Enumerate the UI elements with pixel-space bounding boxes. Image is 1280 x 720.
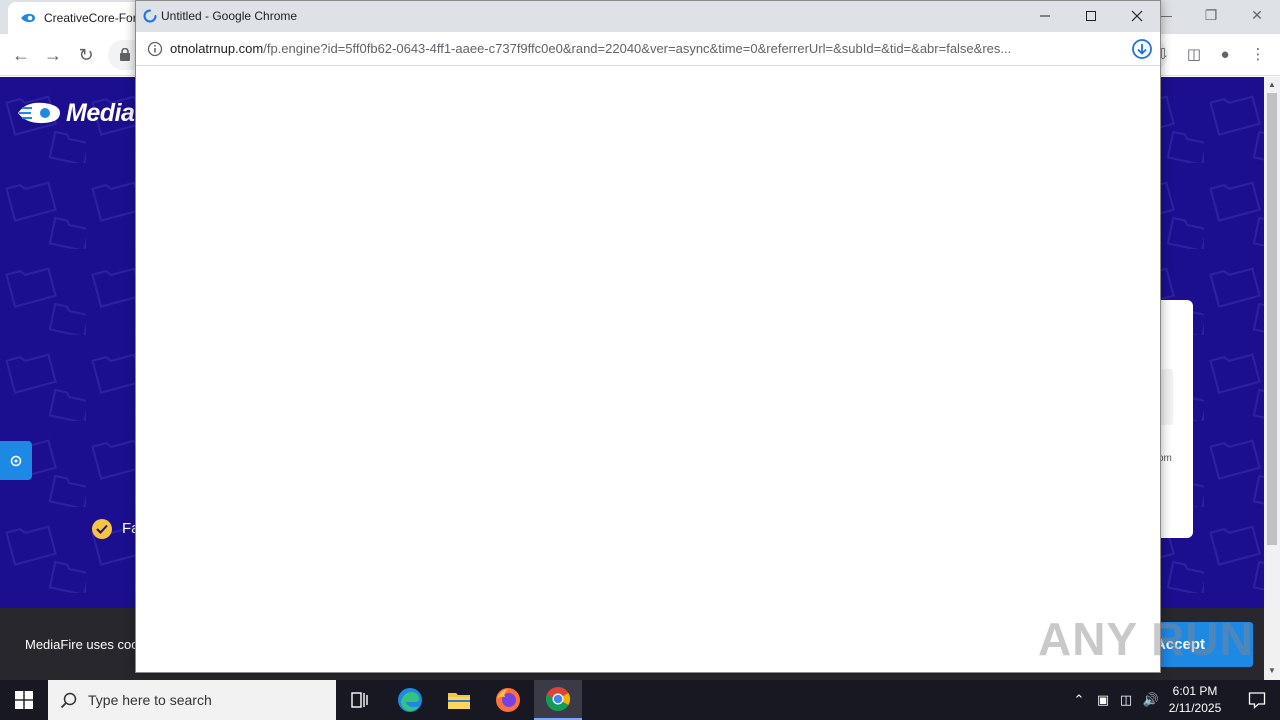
mediafire-favicon-icon [21,13,35,23]
chrome-taskbar-button[interactable] [534,680,582,720]
watermark-text: ANY RUN [1038,613,1254,665]
desktop: CreativeCore-For — ❐ ✕ ← → ↻ ⇩ ◫ ● ⋮ Med… [0,0,1280,720]
mediafire-logo-text: Media [66,98,135,127]
close-icon [1131,10,1143,22]
network-icon[interactable]: ◫ [1117,691,1135,709]
folder-icon [448,693,470,709]
close-icon[interactable]: ✕ [1234,0,1280,30]
lock-icon [120,48,130,61]
download-icon[interactable] [1131,38,1153,60]
url-host: otnolatrnup.com [170,41,264,56]
url-path: /fp.engine?id=5ff0fb62-0643-4ff1-aaee-c7… [263,41,1012,56]
popup-blank-content [136,66,1160,672]
edge-taskbar-button[interactable] [386,680,434,720]
background-window-controls: — ❐ ✕ [1142,0,1280,30]
firefox-taskbar-button[interactable] [484,680,532,720]
checkmark-icon [92,519,112,539]
restore-icon[interactable]: ❐ [1188,0,1234,30]
menu-kebab-icon[interactable]: ⋮ [1247,44,1269,66]
notification-icon [1248,692,1266,709]
taskbar-clock[interactable]: 6:01 PM 2/11/2025 [1163,683,1227,717]
clock-time: 6:01 PM [1172,684,1218,698]
scroll-down-arrow-icon[interactable]: ▼ [1267,666,1277,676]
minimize-icon [1040,15,1050,17]
volume-icon[interactable]: 🔊 [1142,691,1160,709]
profile-icon[interactable]: ● [1214,44,1236,66]
search-icon [60,692,77,709]
file-explorer-taskbar-button[interactable] [435,680,483,720]
forward-arrow-icon[interactable]: → [42,44,64,66]
maximize-icon [1086,11,1096,21]
page-scrollbar[interactable]: ▲ ▼ [1264,77,1280,680]
side-panel-icon[interactable]: ◫ [1183,44,1205,66]
start-button[interactable] [0,680,48,720]
popup-window-title: Untitled - Google Chrome [161,9,298,23]
chrome-icon [545,687,571,712]
task-view-button[interactable] [336,680,384,720]
back-arrow-icon[interactable]: ← [10,44,32,66]
gear-icon [10,455,22,466]
scroll-thumb[interactable] [1267,93,1277,545]
mediafire-flame-icon [18,102,60,124]
info-icon[interactable] [147,41,163,57]
popup-address-bar[interactable]: otnolatrnup.com/fp.engine?id=5ff0fb62-06… [136,32,1160,66]
popup-close-button[interactable] [1114,1,1160,31]
edge-icon [398,688,422,712]
notification-button[interactable] [1234,680,1280,720]
background-tab-title: CreativeCore-For [44,11,137,25]
taskbar-search-box[interactable]: Type here to search [48,680,336,720]
reload-icon[interactable]: ↻ [75,44,97,66]
device-icon[interactable]: ▣ [1094,691,1112,709]
loading-spinner-icon [143,9,157,23]
firefox-icon [496,688,520,712]
chevron-up-icon[interactable]: ⌃ [1070,691,1088,709]
popup-title-bar[interactable]: Untitled - Google Chrome [136,1,1160,32]
popup-maximize-button[interactable] [1068,1,1114,31]
clock-date: 2/11/2025 [1168,701,1222,715]
search-placeholder: Type here to search [88,692,212,708]
task-view-icon [351,692,368,708]
anyrun-watermark: ANY RUN [1038,606,1254,672]
cookie-banner-text: MediaFire uses coo [25,637,139,652]
settings-side-button[interactable] [0,441,32,480]
popup-browser-window: Untitled - Google Chrome otnolatrnup.com… [135,0,1161,673]
popup-url: otnolatrnup.com/fp.engine?id=5ff0fb62-06… [170,41,1105,56]
scroll-up-arrow-icon[interactable]: ▲ [1267,80,1277,90]
windows-taskbar: Type here to search ⌃ ▣ ◫ 🔊 6:01 PM 2/11… [0,680,1280,720]
mediafire-logo[interactable]: Media [16,97,135,129]
windows-logo-icon [15,691,33,709]
popup-minimize-button[interactable] [1022,1,1068,31]
